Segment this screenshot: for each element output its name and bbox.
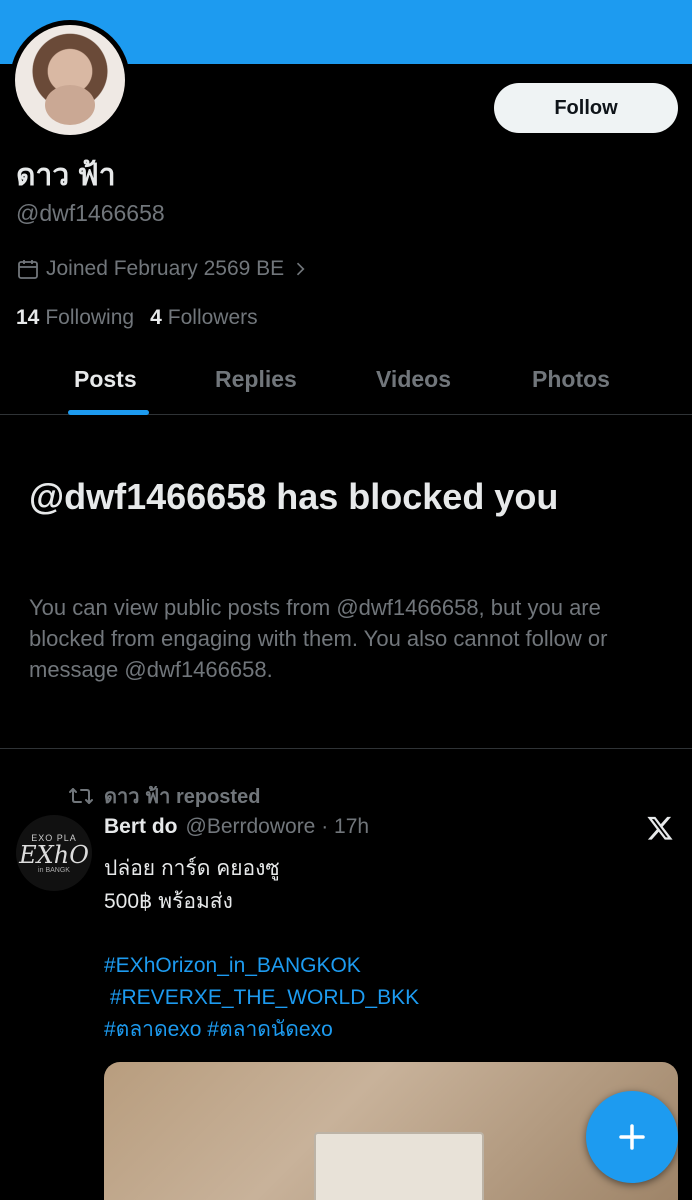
joined-date: Joined February 2569 BE bbox=[46, 257, 285, 280]
profile-handle: @dwf1466658 bbox=[16, 200, 165, 226]
profile-tabs: Posts Replies Videos Photos bbox=[0, 352, 692, 415]
profile-avatar[interactable] bbox=[10, 20, 130, 140]
post-text-line: 500฿ พร้อมส่ง bbox=[104, 890, 233, 913]
blocked-description: You can view public posts from @dwf14666… bbox=[29, 595, 608, 682]
repost-label: ดาว ฟ้า reposted bbox=[104, 786, 261, 808]
x-logo-icon[interactable] bbox=[646, 814, 674, 842]
followers-stat[interactable]: 4 Followers bbox=[150, 306, 258, 330]
section-divider bbox=[0, 748, 692, 749]
tab-videos[interactable]: Videos bbox=[376, 366, 451, 393]
follow-button[interactable]: Follow bbox=[494, 83, 678, 133]
post-header: Bert do @Berrdowore · 17h bbox=[104, 815, 369, 839]
tab-posts[interactable]: Posts bbox=[74, 366, 137, 393]
post-author-avatar[interactable]: EXO PLA EXhO in BANGK bbox=[16, 815, 92, 891]
post-author-meta[interactable]: @Berrdowore · 17h bbox=[186, 815, 370, 839]
post-hashtags: #EXhOrizon_in_BANGKOK #REVERXE_THE_WORLD… bbox=[104, 950, 664, 1046]
hashtag-link[interactable]: #REVERXE_THE_WORLD_BKK bbox=[104, 982, 664, 1014]
active-tab-indicator bbox=[68, 410, 149, 415]
following-label: Following bbox=[45, 306, 135, 329]
tab-replies[interactable]: Replies bbox=[215, 366, 297, 393]
chevron-right-icon bbox=[297, 262, 305, 276]
avatar-image bbox=[15, 25, 125, 135]
following-stat[interactable]: 14 Following bbox=[16, 306, 134, 330]
hashtag-link[interactable]: #ตลาดexo #ตลาดนัดexo bbox=[104, 1014, 664, 1046]
tab-photos[interactable]: Photos bbox=[532, 366, 610, 393]
repost-icon bbox=[69, 788, 93, 804]
followers-count: 4 bbox=[150, 306, 162, 329]
avatar-text-main: EXhO bbox=[19, 840, 89, 869]
blocked-title: @dwf1466658 has blocked you bbox=[29, 476, 559, 517]
post-author-name[interactable]: Bert do bbox=[104, 815, 178, 839]
following-count: 14 bbox=[16, 306, 40, 329]
post-text-line: ปล่อย การ์ด คยองซู bbox=[104, 857, 280, 880]
hashtag-link[interactable]: #EXhOrizon_in_BANGKOK bbox=[104, 950, 664, 982]
repost-indicator[interactable]: ดาว ฟ้า reposted bbox=[68, 780, 260, 812]
display-name: ดาว ฟ้า bbox=[16, 159, 116, 192]
calendar-icon bbox=[18, 260, 38, 279]
follow-stats: 14 Following 4 Followers bbox=[16, 306, 258, 330]
followers-label: Followers bbox=[167, 306, 258, 329]
joined-date-row[interactable]: Joined February 2569 BE bbox=[16, 257, 310, 281]
photo-card bbox=[314, 1132, 484, 1200]
avatar-text-bottom: in BANGK bbox=[38, 866, 70, 874]
post-body: ปล่อย การ์ด คยองซู 500฿ พร้อมส่ง bbox=[104, 852, 664, 918]
plus-icon bbox=[619, 1124, 645, 1150]
compose-button[interactable] bbox=[586, 1091, 678, 1183]
